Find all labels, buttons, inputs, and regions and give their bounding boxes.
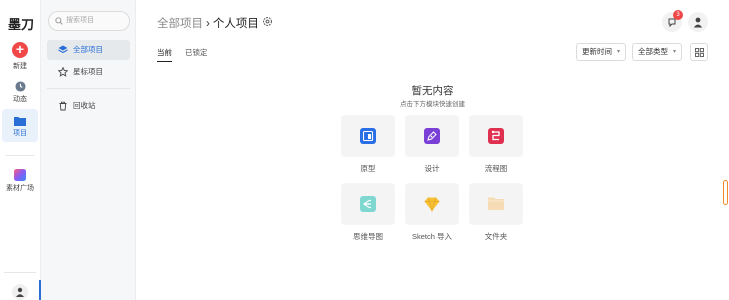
type-filter-dropdown[interactable]: 全部类型 ▾	[632, 43, 682, 61]
rail-divider-bottom	[4, 272, 36, 273]
rail-recent-button[interactable]: 动态	[2, 81, 38, 104]
left-rail: 墨刀 + 新建 动态 项目 素材广场	[0, 0, 41, 300]
folder-icon	[488, 197, 504, 210]
sidebar-item-label: 星标项目	[73, 67, 103, 76]
search-icon	[55, 17, 63, 25]
import-sketch-tile[interactable]	[405, 183, 459, 225]
breadcrumb: 全部项目 › 个人项目	[157, 15, 259, 31]
flowchart-icon	[488, 128, 504, 144]
design-pen-icon	[424, 128, 440, 144]
rail-divider	[6, 155, 34, 156]
breadcrumb-parent[interactable]: 全部项目	[157, 18, 203, 30]
sketch-icon	[424, 197, 440, 212]
user-icon	[16, 287, 24, 297]
clock-icon	[14, 81, 26, 92]
chevron-down-icon: ▾	[616, 49, 620, 55]
search-placeholder: 搜索项目	[66, 17, 94, 24]
main-content: 全部项目 › 个人项目 3 当前 已锁定 更新时间 ▾ 全部类型 ▾ 暂无内容 …	[136, 0, 729, 300]
create-folder-tile[interactable]	[469, 183, 523, 225]
create-flowchart-label: 流程图	[484, 164, 508, 173]
rail-market-label: 素材广场	[6, 185, 34, 192]
sort-dropdown-label: 更新时间	[582, 47, 612, 56]
grid-icon	[695, 48, 704, 57]
plus-icon: +	[12, 42, 28, 58]
breadcrumb-separator: ›	[206, 18, 210, 30]
rail-project-label: 项目	[13, 130, 27, 137]
gallery-icon	[14, 169, 26, 181]
create-design-tile[interactable]	[405, 115, 459, 157]
create-prototype-tile[interactable]	[341, 115, 395, 157]
scrollbar-thumb[interactable]	[723, 180, 728, 205]
folder-icon	[14, 117, 26, 126]
rail-new-label: 新建	[13, 63, 27, 70]
create-folder-label: 文件夹	[484, 232, 508, 241]
sidebar-divider	[47, 88, 130, 89]
layers-icon	[58, 45, 68, 54]
prototype-icon	[360, 128, 376, 144]
create-flowchart-tile[interactable]	[469, 115, 523, 157]
sidebar-item-label: 全部项目	[73, 45, 103, 54]
trash-icon	[59, 101, 67, 111]
rail-market-button[interactable]: 素材广场	[2, 169, 38, 193]
profile-avatar[interactable]	[688, 12, 708, 32]
project-sidebar: 搜索项目 全部项目 星标项目 回收站	[41, 0, 136, 300]
mindmap-icon	[360, 196, 376, 212]
rail-project-button[interactable]: 项目	[2, 109, 38, 142]
search-input[interactable]: 搜索项目	[48, 11, 130, 31]
user-icon	[693, 17, 703, 28]
star-icon	[58, 67, 68, 77]
sidebar-item-starred[interactable]: 星标项目	[47, 62, 130, 82]
tab-current[interactable]: 当前	[157, 47, 172, 62]
sidebar-item-all-projects[interactable]: 全部项目	[47, 40, 130, 60]
rail-new-button[interactable]: + 新建	[2, 42, 38, 71]
notification-badge: 3	[673, 10, 683, 20]
user-avatar[interactable]	[12, 284, 28, 300]
sort-dropdown[interactable]: 更新时间 ▾	[576, 43, 626, 61]
create-mindmap-tile[interactable]	[341, 183, 395, 225]
rail-recent-label: 动态	[13, 96, 27, 103]
empty-state-subtitle: 点击下方模块快速创建	[400, 101, 465, 108]
app-logo[interactable]: 墨刀	[4, 14, 38, 33]
chevron-down-icon: ▾	[672, 49, 676, 55]
sidebar-item-trash[interactable]: 回收站	[47, 96, 130, 116]
sidebar-item-label: 回收站	[73, 101, 96, 110]
tab-locked[interactable]: 已锁定	[185, 47, 208, 61]
gear-icon[interactable]	[262, 16, 273, 27]
breadcrumb-current: 个人项目	[212, 18, 259, 30]
grid-view-button[interactable]	[690, 43, 708, 61]
empty-state-title: 暂无内容	[411, 85, 454, 97]
type-filter-label: 全部类型	[638, 47, 668, 56]
